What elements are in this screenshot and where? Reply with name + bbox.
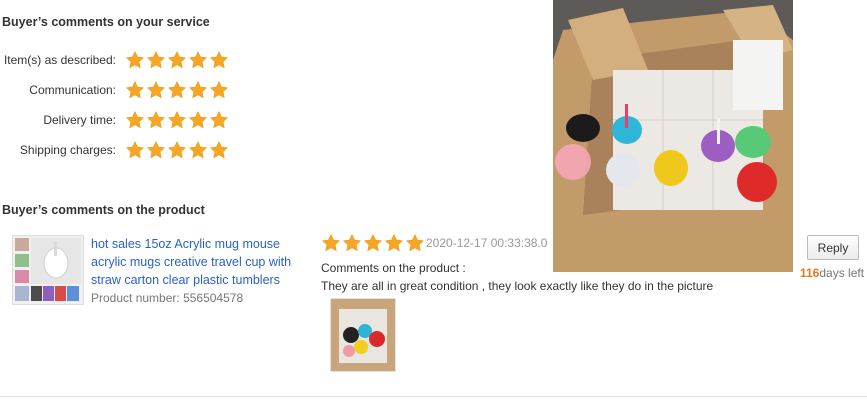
star-icon (146, 110, 166, 130)
star-icon (125, 110, 145, 130)
rating-stars (125, 80, 229, 100)
comment-label: Comments on the product : (321, 261, 466, 275)
star-icon (125, 140, 145, 160)
star-icon (405, 233, 425, 253)
product-number-value: 556504578 (183, 291, 244, 305)
rating-label: Communication: (29, 83, 116, 97)
star-icon (188, 140, 208, 160)
days-left: 116days left (800, 266, 864, 280)
star-icon (146, 140, 166, 160)
review-photo-thumbnail[interactable] (330, 298, 396, 372)
comment-text: They are all in great condition , they l… (321, 279, 714, 293)
rating-label: Delivery time: (43, 113, 116, 127)
days-left-number: 116 (800, 266, 820, 280)
star-icon (167, 80, 187, 100)
product-number-label: Product number: (91, 291, 180, 305)
rating-label: Item(s) as described: (3, 53, 116, 67)
rating-row: Communication: (0, 80, 230, 102)
review-stars (321, 233, 425, 253)
rating-row: Delivery time: (0, 110, 230, 132)
star-icon (125, 50, 145, 70)
star-icon (146, 80, 166, 100)
star-icon (342, 233, 362, 253)
star-icon (167, 140, 187, 160)
days-left-label: days left (819, 266, 865, 280)
rating-stars (125, 110, 229, 130)
star-icon (167, 110, 187, 130)
star-icon (167, 50, 187, 70)
star-icon (188, 110, 208, 130)
product-thumbnail[interactable] (12, 235, 84, 305)
divider (0, 396, 867, 397)
star-icon (209, 110, 229, 130)
star-icon (125, 80, 145, 100)
star-icon (209, 80, 229, 100)
product-section-title: Buyer’s comments on the product (2, 203, 205, 217)
star-icon (146, 50, 166, 70)
rating-stars (125, 140, 229, 160)
star-icon (384, 233, 404, 253)
star-icon (209, 140, 229, 160)
star-icon (363, 233, 383, 253)
star-icon (321, 233, 341, 253)
review-photo-large (553, 0, 793, 272)
star-icon (188, 80, 208, 100)
rating-row: Item(s) as described: (0, 50, 230, 72)
service-section-title: Buyer’s comments on your service (2, 15, 210, 29)
rating-stars (125, 50, 229, 70)
reply-button[interactable]: Reply (807, 235, 859, 260)
star-icon (188, 50, 208, 70)
rating-row: Shipping charges: (0, 140, 230, 162)
rating-label: Shipping charges: (19, 143, 116, 157)
product-number: Product number: 556504578 (91, 291, 243, 305)
product-name-link[interactable]: hot sales 15oz Acrylic mug mouse acrylic… (91, 235, 301, 289)
review-date: 2020-12-17 00:33:38.0 (426, 236, 548, 250)
star-icon (209, 50, 229, 70)
